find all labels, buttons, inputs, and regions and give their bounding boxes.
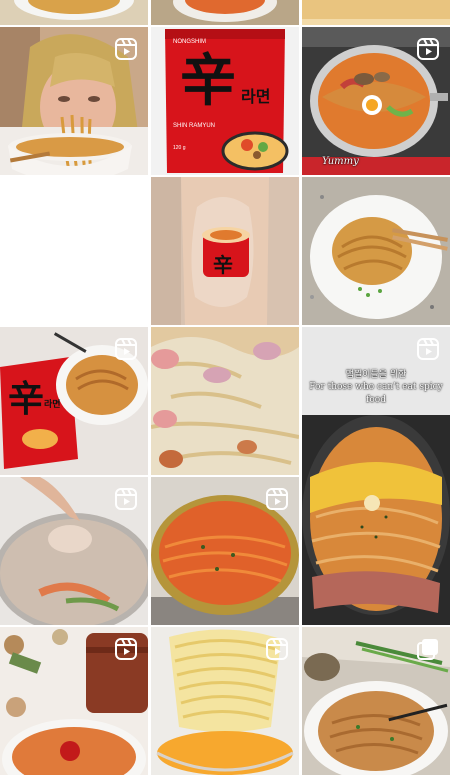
reel-icon bbox=[114, 337, 138, 361]
food-photo bbox=[302, 0, 450, 25]
sausage-ramen-photo bbox=[151, 327, 299, 475]
food-photo bbox=[151, 0, 299, 25]
grid-tile[interactable] bbox=[302, 177, 450, 325]
grid-tile[interactable]: 辛 라면 bbox=[0, 327, 148, 475]
package-hangul: 라면 bbox=[241, 89, 271, 106]
grid-tile[interactable]: 辛 bbox=[151, 177, 299, 325]
media-grid: NONGSHIM 辛 라면 SHIN RAMYUN 120 g Yummy 辛 … bbox=[0, 0, 450, 775]
grid-tile[interactable] bbox=[0, 0, 148, 25]
reel-icon bbox=[114, 637, 138, 661]
package-name: SHIN RAMYUN bbox=[173, 123, 216, 129]
grid-tile[interactable]: Yummy bbox=[302, 27, 450, 175]
bag-hanja: 辛 bbox=[8, 378, 45, 420]
grid-tile[interactable] bbox=[151, 327, 299, 475]
package-brand: NONGSHIM bbox=[173, 39, 206, 45]
carousel-icon bbox=[416, 637, 440, 661]
food-photo bbox=[0, 0, 148, 25]
bag-hangul: 라면 bbox=[44, 399, 61, 409]
noodles-chopsticks-photo bbox=[302, 177, 450, 325]
package-weight: 120 g bbox=[173, 145, 186, 151]
grid-tile[interactable]: NONGSHIM 辛 라면 SHIN RAMYUN 120 g bbox=[151, 27, 299, 175]
grid-tile[interactable] bbox=[0, 627, 148, 775]
grid-tile[interactable] bbox=[0, 477, 148, 625]
package-hanja: 辛 bbox=[180, 48, 236, 114]
reel-icon bbox=[114, 37, 138, 61]
grid-tile[interactable] bbox=[0, 27, 148, 175]
grid-tile[interactable] bbox=[302, 0, 450, 25]
reel-icon bbox=[114, 487, 138, 511]
cup-hanja: 辛 bbox=[213, 253, 233, 277]
reel-icon bbox=[265, 637, 289, 661]
grid-tile[interactable]: 맵찔이들을 위한 For those who can't eat spicy f… bbox=[302, 327, 450, 625]
grid-tile[interactable] bbox=[302, 627, 450, 775]
reel-icon bbox=[416, 37, 440, 61]
grid-tile[interactable] bbox=[151, 0, 299, 25]
grid-tile[interactable] bbox=[151, 477, 299, 625]
watermark: Yummy bbox=[322, 156, 359, 167]
caption-english: For those who can't eat spicy food bbox=[309, 382, 443, 405]
grid-tile[interactable] bbox=[151, 627, 299, 775]
reel-icon bbox=[416, 337, 440, 361]
reel-icon bbox=[265, 487, 289, 511]
